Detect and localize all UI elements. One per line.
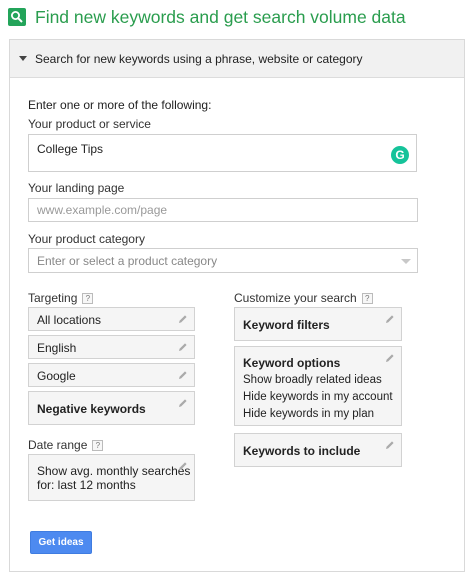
section-toggle[interactable]: Search for new keywords using a phrase, … bbox=[10, 40, 464, 78]
pencil-icon bbox=[179, 343, 187, 351]
landing-page-label: Your landing page bbox=[28, 181, 125, 195]
pencil-icon bbox=[179, 315, 187, 323]
date-range-label: Date range? bbox=[28, 438, 104, 452]
search-icon bbox=[8, 8, 26, 26]
section-title: Search for new keywords using a phrase, … bbox=[35, 51, 363, 66]
negative-keywords[interactable]: Negative keywords bbox=[28, 391, 195, 425]
keywords-to-include-text: Keywords to include bbox=[243, 444, 361, 458]
date-range-line-2: for: last 12 months bbox=[37, 478, 136, 492]
help-icon[interactable]: ? bbox=[82, 293, 94, 304]
keyword-option-line: Hide keywords in my account bbox=[243, 391, 393, 403]
date-range-label-text: Date range bbox=[28, 438, 88, 452]
help-icon[interactable]: ? bbox=[92, 440, 104, 451]
pencil-icon bbox=[386, 354, 394, 362]
date-range-text: Show avg. monthly searches for: last 12 … bbox=[37, 464, 190, 492]
grammarly-icon[interactable]: G bbox=[391, 146, 409, 164]
keyword-filters-text: Keyword filters bbox=[243, 318, 330, 332]
product-category-placeholder: Enter or select a product category bbox=[37, 253, 218, 268]
product-label: Your product or service bbox=[28, 117, 151, 131]
caret-down-icon bbox=[19, 56, 27, 61]
date-range-line-1: Show avg. monthly searches bbox=[37, 464, 191, 478]
keywords-to-include[interactable]: Keywords to include bbox=[234, 433, 402, 467]
targeting-location-text: All locations bbox=[37, 313, 102, 327]
product-category-label: Your product category bbox=[28, 232, 145, 246]
targeting-language[interactable]: English bbox=[28, 335, 195, 359]
targeting-network-text: Google bbox=[37, 369, 76, 383]
negative-keywords-text: Negative keywords bbox=[37, 402, 146, 416]
keyword-search-panel: Search for new keywords using a phrase, … bbox=[9, 39, 465, 572]
targeting-label: Targeting? bbox=[28, 291, 94, 305]
pencil-icon bbox=[386, 315, 394, 323]
keyword-options[interactable]: Keyword options Show broadly related ide… bbox=[234, 346, 402, 426]
customize-label: Customize your search? bbox=[234, 291, 373, 305]
page-header: Find new keywords and get search volume … bbox=[8, 5, 406, 29]
landing-page-input[interactable] bbox=[28, 198, 418, 222]
keyword-option-line: Hide keywords in my plan bbox=[243, 408, 375, 420]
customize-label-text: Customize your search bbox=[234, 291, 357, 305]
date-range-selector[interactable]: Show avg. monthly searches for: last 12 … bbox=[28, 454, 195, 501]
pencil-icon bbox=[179, 462, 187, 470]
chevron-down-icon bbox=[401, 259, 411, 264]
help-icon[interactable]: ? bbox=[361, 293, 373, 304]
product-input[interactable] bbox=[28, 134, 417, 172]
targeting-network[interactable]: Google bbox=[28, 363, 195, 387]
keyword-option-line: Show broadly related ideas bbox=[243, 374, 382, 386]
pencil-icon bbox=[179, 371, 187, 379]
targeting-label-text: Targeting bbox=[28, 291, 78, 305]
form-intro: Enter one or more of the following: bbox=[28, 98, 212, 112]
keyword-filters[interactable]: Keyword filters bbox=[234, 307, 402, 341]
targeting-language-text: English bbox=[37, 341, 77, 355]
get-ideas-button[interactable]: Get ideas bbox=[30, 531, 92, 554]
page-title: Find new keywords and get search volume … bbox=[35, 6, 406, 27]
pencil-icon bbox=[179, 399, 187, 407]
keyword-options-content: Keyword options Show broadly related ide… bbox=[243, 356, 393, 423]
keyword-options-title: Keyword options bbox=[243, 356, 341, 370]
pencil-icon bbox=[386, 441, 394, 449]
product-category-select[interactable]: Enter or select a product category bbox=[28, 248, 418, 273]
targeting-location[interactable]: All locations bbox=[28, 307, 195, 331]
